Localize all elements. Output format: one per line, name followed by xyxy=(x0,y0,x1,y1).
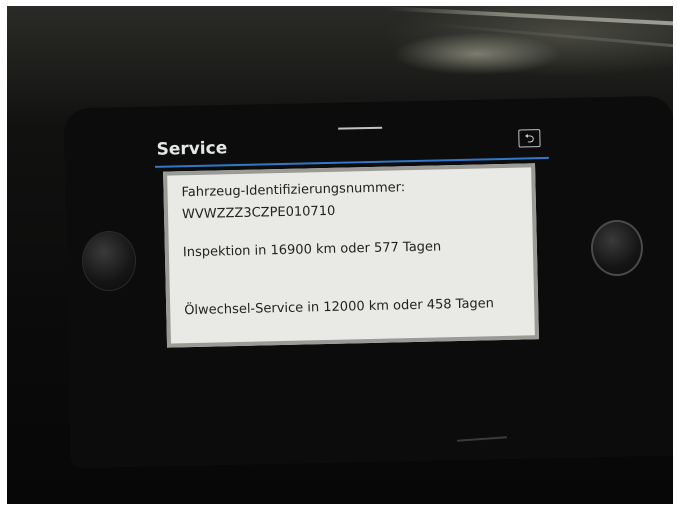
photo-frame: Service ⮌ Fahrzeug-Identifizierungsnumme… xyxy=(0,0,677,509)
screen-title: Service xyxy=(156,138,228,160)
vin-label: Fahrzeug-Identifizierungsnummer: xyxy=(181,180,406,201)
tuning-knob[interactable] xyxy=(591,220,643,276)
oil-service-due: Ölwechsel-Service in 12000 km oder 458 T… xyxy=(184,296,495,319)
vin-value: WVWZZZ3CZPE010710 xyxy=(181,203,336,223)
inspection-due: Inspektion in 16900 km oder 577 Tagen xyxy=(182,239,442,261)
back-button[interactable]: ⮌ xyxy=(518,129,541,148)
volume-knob[interactable] xyxy=(82,231,136,291)
service-info-panel: Fahrzeug-Identifizierungsnummer: WVWZZZ3… xyxy=(163,163,539,348)
infotainment-screen: Service ⮌ Fahrzeug-Identifizierungsnumme… xyxy=(148,114,573,363)
back-arrow-icon: ⮌ xyxy=(524,131,535,146)
menu-handle[interactable] xyxy=(338,126,383,130)
dashboard-trim-lower xyxy=(427,22,673,49)
